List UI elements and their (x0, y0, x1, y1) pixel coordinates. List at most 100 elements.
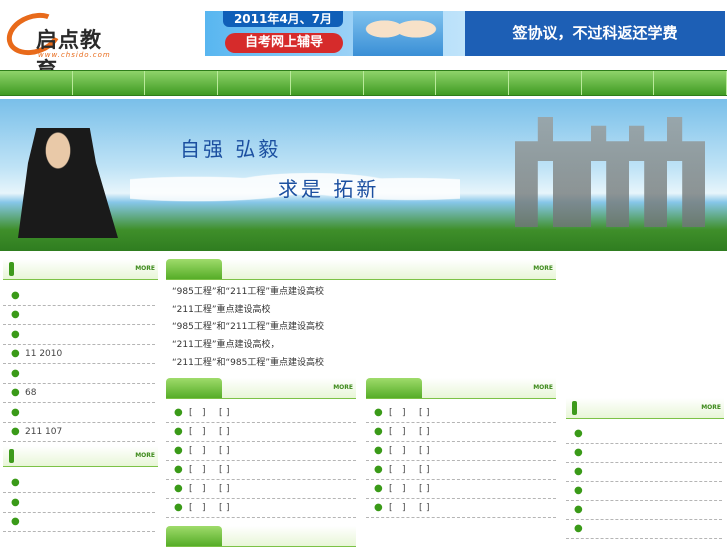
bullet-icon: ● (174, 426, 183, 437)
bullet-icon: ● (11, 368, 20, 379)
bullet-icon: ● (174, 407, 183, 418)
nav-item-7[interactable] (436, 71, 509, 95)
bullet-icon: ● (574, 485, 583, 496)
bullet-icon: ● (174, 445, 183, 456)
mid-left-box2-header (166, 526, 356, 547)
nav-item-3[interactable] (145, 71, 219, 95)
list-item[interactable]: ● (566, 520, 722, 539)
list-item[interactable]: ● (566, 482, 722, 501)
mid-right-tab[interactable] (366, 378, 422, 398)
more-link[interactable]: MORE (533, 265, 553, 272)
intro-line: “211工程”重点建设高校， (172, 340, 280, 350)
bullet-icon: ● (11, 407, 20, 418)
list-item[interactable]: ●[][] (166, 499, 356, 518)
list-item[interactable]: ●[][] (366, 404, 556, 423)
bullet-icon: ● (374, 502, 383, 513)
bullet-icon: ● (574, 466, 583, 477)
list-item[interactable]: ● (3, 494, 155, 513)
left-box-header: MORE (3, 259, 158, 280)
list-item[interactable]: ●[][] (366, 499, 556, 518)
bullet-icon: ● (574, 447, 583, 458)
more-link[interactable]: MORE (333, 384, 353, 391)
bullet-icon: ● (374, 407, 383, 418)
bullet-icon: ● (11, 497, 20, 508)
list-item[interactable]: ●[][] (366, 461, 556, 480)
nav-item-5[interactable] (291, 71, 364, 95)
nav-item-10[interactable] (654, 71, 727, 95)
list-item[interactable]: ● (3, 474, 155, 493)
list-item[interactable]: ● (3, 513, 155, 532)
list-item[interactable]: ● (3, 365, 155, 384)
right-box-header: MORE (566, 398, 724, 419)
bullet-icon: ● (174, 502, 183, 513)
list-item[interactable]: ●[][] (166, 442, 356, 461)
list-item[interactable]: ●[][] (166, 423, 356, 442)
list-item[interactable]: ● (3, 306, 155, 325)
intro-box-header: MORE (166, 259, 556, 280)
list-item[interactable]: ●[][] (166, 480, 356, 499)
list-item[interactable]: ● (566, 444, 722, 463)
bullet-icon: ● (374, 426, 383, 437)
bullet-icon: ● (11, 426, 20, 437)
box-marker-icon (572, 401, 577, 415)
mid-left-box-header: MORE (166, 378, 356, 399)
list-item[interactable]: ●[][] (166, 404, 356, 423)
list-item[interactable]: ● (3, 404, 155, 423)
university-gate-image (515, 117, 705, 227)
logo-url: www.chsido.com (38, 51, 111, 59)
bullet-icon: ● (174, 483, 183, 494)
bullet-icon: ● (574, 428, 583, 439)
more-link[interactable]: MORE (701, 404, 721, 411)
intro-line: “211工程”重点建设高校 (172, 305, 271, 315)
intro-tab[interactable] (166, 259, 222, 279)
graduate-figure-image (18, 113, 118, 238)
list-item[interactable]: ● (566, 425, 722, 444)
nav-item-1[interactable] (0, 71, 73, 95)
bullet-icon: ● (11, 516, 20, 527)
bullet-icon: ● (11, 290, 20, 301)
banner-students-image (353, 11, 443, 56)
more-link[interactable]: MORE (135, 452, 155, 459)
list-item[interactable]: ● 11 2010 (3, 345, 155, 364)
box-marker-icon (9, 449, 14, 463)
nav-item-2[interactable] (73, 71, 146, 95)
list-item[interactable]: ● (3, 326, 155, 345)
nav-item-9[interactable] (582, 71, 655, 95)
more-link[interactable]: MORE (533, 384, 553, 391)
nav-item-8[interactable] (509, 71, 582, 95)
intro-line: “985工程”和“211工程”重点建设高校 (172, 287, 325, 297)
intro-line: “985工程”和“211工程”重点建设高校 (172, 322, 325, 332)
hero-banner: 自强 弘毅 求是 拓新 (0, 99, 727, 251)
more-link[interactable]: MORE (135, 265, 155, 272)
mid-left-tab2[interactable] (166, 526, 222, 546)
main-nav (0, 70, 727, 96)
list-item[interactable]: ●[][] (366, 442, 556, 461)
nav-item-6[interactable] (364, 71, 437, 95)
mid-right-box-header: MORE (366, 378, 556, 399)
list-item[interactable]: ● 68 (3, 384, 155, 403)
ad-banner[interactable]: 2011年4月、7月 自考网上辅导 签协议，不过科返还学费 (205, 11, 725, 56)
bullet-icon: ● (574, 523, 583, 534)
nav-item-4[interactable] (218, 71, 291, 95)
box-marker-icon (9, 262, 14, 276)
list-item[interactable]: ●[][] (366, 423, 556, 442)
intro-line: “211工程”和“985工程”重点建设高校 (172, 358, 325, 368)
bullet-icon: ● (11, 387, 20, 398)
mid-left-tab[interactable] (166, 378, 222, 398)
hero-motto-line1: 自强 弘毅 (180, 137, 282, 161)
list-item[interactable]: ● (566, 463, 722, 482)
bullet-icon: ● (374, 445, 383, 456)
list-item[interactable]: ● (3, 287, 155, 306)
left-box2-header: MORE (3, 446, 158, 467)
banner-slogan: 签协议，不过科返还学费 (465, 11, 725, 56)
list-item[interactable]: ●[][] (366, 480, 556, 499)
hero-motto-line2: 求是 拓新 (278, 177, 380, 201)
bullet-icon: ● (574, 504, 583, 515)
list-item[interactable]: ● 211 107 (3, 423, 155, 442)
bullet-icon: ● (374, 464, 383, 475)
site-logo[interactable]: 启点教育 www.chsido.com (0, 5, 122, 82)
banner-subtitle: 自考网上辅导 (225, 33, 343, 53)
list-item[interactable]: ● (566, 501, 722, 520)
list-item[interactable]: ●[][] (166, 461, 356, 480)
banner-date: 2011年4月、7月 (223, 11, 343, 27)
